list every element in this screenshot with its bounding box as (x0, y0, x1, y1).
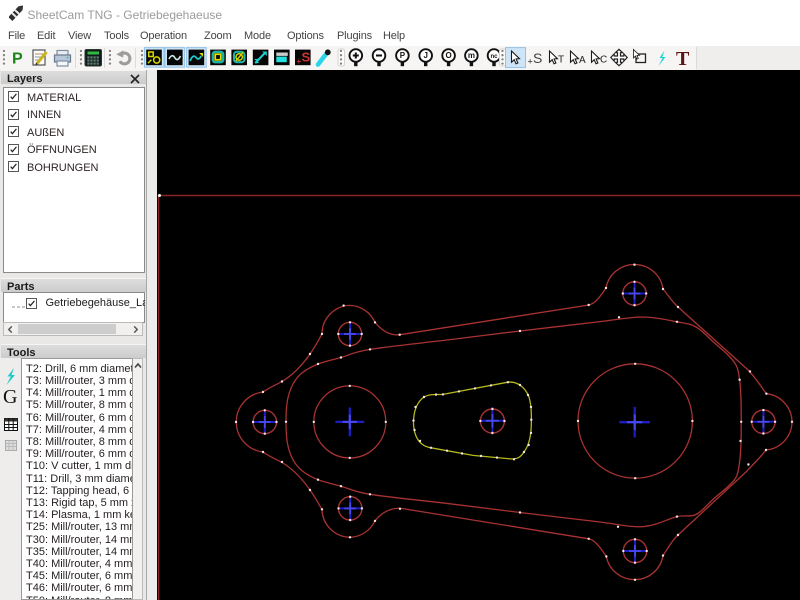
svg-text:+: + (528, 57, 533, 67)
svg-text:P: P (12, 51, 23, 68)
svg-text:J: J (423, 51, 427, 60)
svg-text:O: O (445, 51, 451, 60)
svg-text:T: T (558, 55, 564, 66)
svg-text:m: m (468, 51, 475, 60)
svg-text:+: + (297, 57, 302, 66)
svg-text:T: T (676, 48, 690, 70)
svg-text:S: S (533, 50, 542, 66)
svg-text:S: S (302, 50, 311, 65)
svg-text:P: P (400, 51, 406, 60)
svg-text:nc: nc (490, 54, 498, 60)
svg-text:C: C (600, 55, 607, 66)
svg-text:A: A (579, 55, 586, 66)
